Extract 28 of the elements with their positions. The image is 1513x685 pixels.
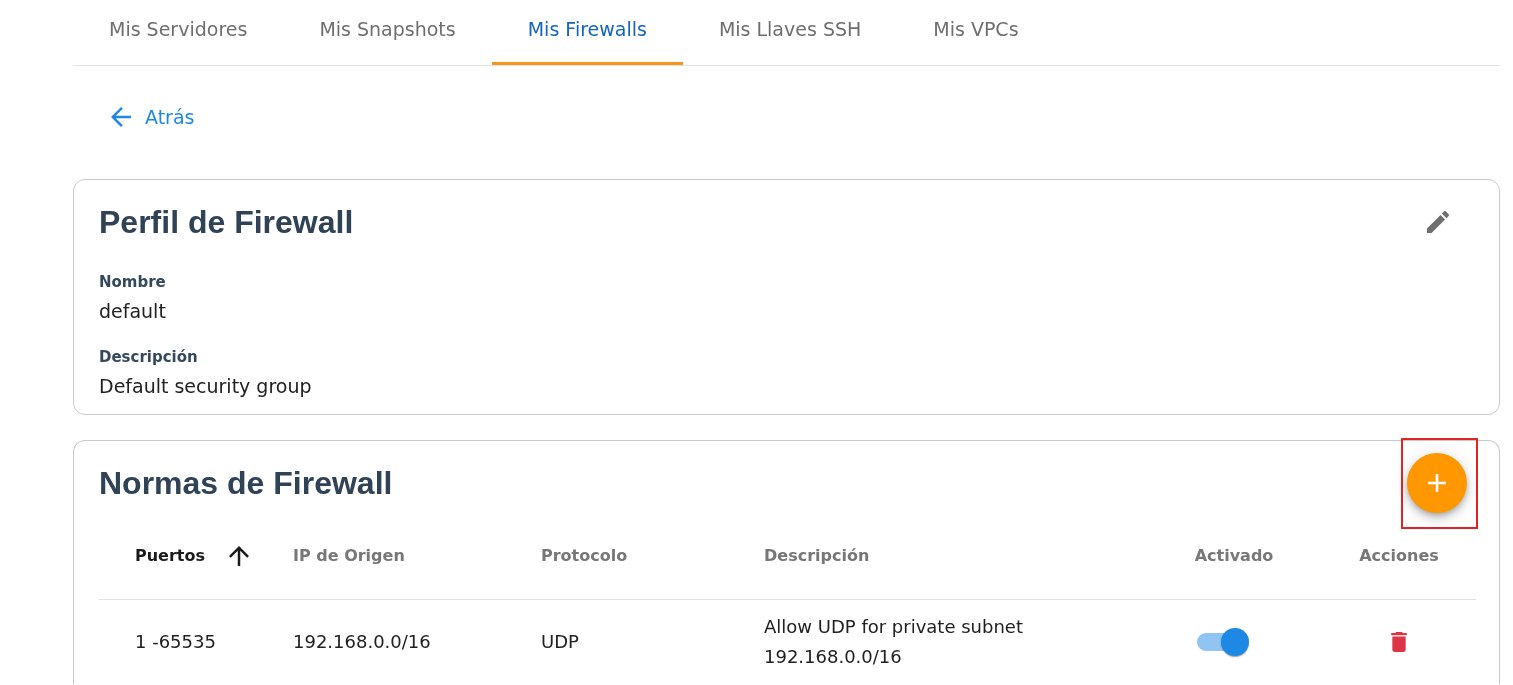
table-cell-text: UDP (541, 630, 579, 654)
card-title: Normas de Firewall (99, 464, 393, 503)
trash-icon[interactable] (1391, 632, 1407, 652)
column-header: Acciones (1359, 545, 1439, 567)
tab[interactable]: Mis Snapshots (283, 0, 492, 65)
tab[interactable]: Mis Llaves SSH (682, 0, 898, 65)
tab[interactable]: Mis VPCs (897, 0, 1055, 65)
table-cell-text: 1 -65535 (135, 630, 216, 654)
card-title: Perfil de Firewall (99, 203, 354, 242)
column-header[interactable]: Puertos (135, 545, 250, 567)
toggle-switch[interactable] (1197, 628, 1249, 656)
field-value: default (99, 299, 166, 324)
column-header: Protocolo (541, 545, 628, 567)
back-link[interactable]: Atrás (111, 103, 195, 131)
arrow-left-icon (111, 107, 131, 127)
plus-icon (1428, 474, 1446, 492)
field-label: Nombre (99, 272, 166, 293)
table-cell-text: 192.168.0.0/16 (293, 630, 431, 654)
column-header: Descripción (764, 545, 870, 567)
tab[interactable]: Mis Firewalls (491, 0, 683, 65)
tab[interactable]: Mis Servidores (73, 0, 284, 65)
column-header: IP de Origen (293, 545, 405, 567)
column-header: Activado (1194, 545, 1274, 567)
edit-icon[interactable] (1427, 211, 1449, 233)
table-cell-text: Allow UDP for private subnet 192.168.0.0/16 (764, 615, 1024, 669)
field-label: Descripción (99, 347, 198, 368)
field-value: Default security group (99, 374, 312, 399)
arrow-up-icon[interactable] (229, 546, 250, 566)
